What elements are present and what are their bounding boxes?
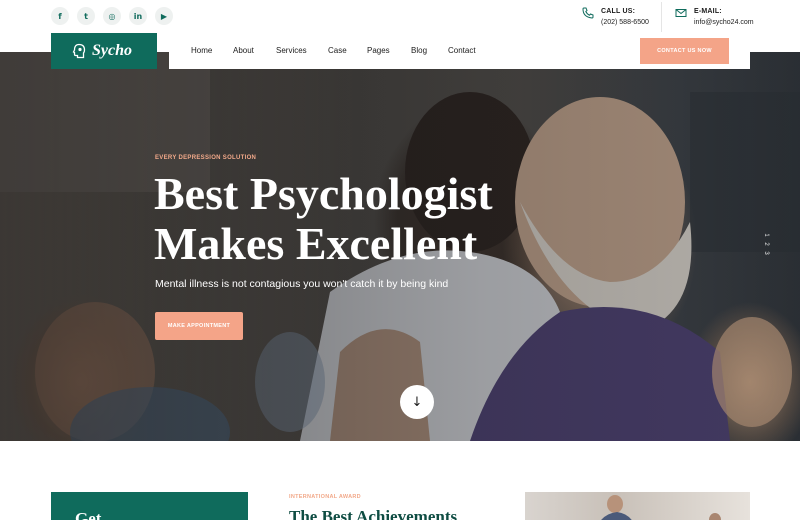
- nav-contact[interactable]: Contact: [448, 46, 476, 55]
- main-nav: Home About Services Case Pages Blog Cont…: [169, 33, 750, 69]
- nav-case[interactable]: Case: [328, 46, 347, 55]
- achievement-photo: [601, 495, 721, 520]
- hero-title-line2: Makes Excellent: [154, 218, 478, 269]
- slide-1-button[interactable]: 1: [763, 231, 769, 239]
- hero-subtitle: Mental illness is not contagious you won…: [155, 278, 449, 290]
- phone-icon: [582, 7, 594, 19]
- nav-home[interactable]: Home: [191, 46, 212, 55]
- phone-number[interactable]: (202) 588-6500: [601, 17, 649, 28]
- contact-us-now-button[interactable]: CONTACT US NOW: [640, 38, 729, 64]
- hero-eyebrow: EVERY DEPRESSION SOLUTION: [155, 155, 257, 161]
- logo-text: Sycho: [92, 42, 132, 59]
- logo[interactable]: Sycho: [51, 33, 157, 69]
- hero-section: EVERY DEPRESSION SOLUTION Best Psycholog…: [0, 52, 800, 441]
- email-address[interactable]: info@sycho24.com: [694, 17, 754, 28]
- achievement-image: [525, 492, 750, 520]
- nav-services[interactable]: Services: [276, 46, 307, 55]
- social-links: f t ◎ in ▶: [51, 7, 173, 25]
- arrow-down-icon: ↓: [411, 394, 423, 410]
- nav-blog[interactable]: Blog: [411, 46, 427, 55]
- hero-title: Best Psychologist Makes Excellent: [154, 169, 574, 269]
- scroll-down-button[interactable]: ↓: [400, 385, 434, 419]
- instagram-icon[interactable]: ◎: [103, 7, 121, 25]
- award-title: The Best Achievements: [289, 507, 458, 520]
- hero-title-line1: Best Psychologist: [154, 168, 493, 219]
- youtube-icon[interactable]: ▶: [155, 7, 173, 25]
- email-info: E-MAIL: info@sycho24.com: [675, 6, 754, 28]
- call-us-label: CALL US:: [601, 8, 636, 15]
- award-eyebrow: INTERNATIONAL AWARD: [289, 494, 361, 500]
- divider: [661, 2, 662, 32]
- head-logo-icon: [72, 43, 86, 59]
- make-appointment-button[interactable]: MAKE APPOINTMENT: [155, 312, 243, 340]
- nav-about[interactable]: About: [233, 46, 254, 55]
- nav-pages[interactable]: Pages: [367, 46, 390, 55]
- get-card-title: Get: [75, 509, 102, 520]
- slide-3-button[interactable]: 3: [763, 249, 769, 257]
- slide-2-button[interactable]: 2: [763, 240, 769, 248]
- twitter-icon[interactable]: t: [77, 7, 95, 25]
- email-label: E-MAIL:: [694, 8, 722, 15]
- mail-icon: [675, 9, 687, 17]
- page: EVERY DEPRESSION SOLUTION Best Psycholog…: [0, 0, 800, 520]
- linkedin-icon[interactable]: in: [129, 7, 147, 25]
- facebook-icon[interactable]: f: [51, 7, 69, 25]
- get-card: Get: [51, 492, 248, 520]
- call-us-info: CALL US: (202) 588-6500: [582, 6, 649, 28]
- slider-pagination: 1 2 3: [762, 232, 770, 256]
